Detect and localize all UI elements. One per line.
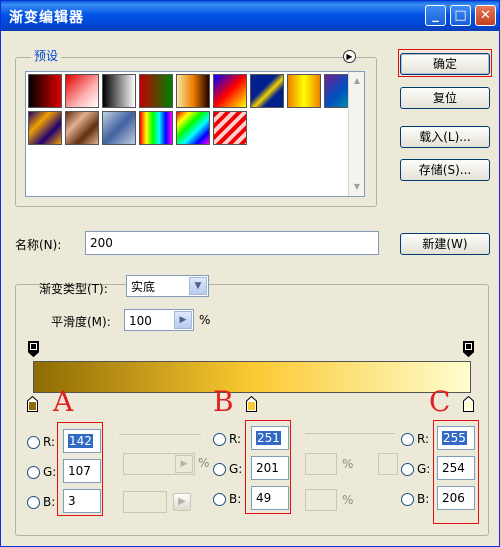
arrow-right-circle-icon[interactable]: ▶ — [343, 50, 356, 63]
gradient-editor-window: 渐变编辑器 _ □ ✕ 预设 ▶ ▲ ▼ 确定 复位 载入(L)... 存储(S… — [0, 0, 500, 547]
ok-button[interactable]: 确定 — [400, 53, 490, 75]
label-g-b: G: — [229, 462, 243, 476]
preset-swatch[interactable] — [287, 74, 321, 108]
smoothness-percent: % — [199, 313, 211, 327]
blue-input-a[interactable]: 3 — [63, 489, 101, 513]
blue-input-b[interactable]: 49 — [251, 486, 289, 510]
label-g-c: G: — [417, 462, 431, 476]
percent-b2: % — [342, 493, 354, 507]
preset-swatch[interactable] — [176, 111, 210, 145]
chevron-down-icon[interactable]: ▼ — [189, 277, 207, 295]
green-value-c: 254 — [442, 461, 465, 475]
label-b-b: B: — [229, 492, 242, 506]
red-value-a: 142 — [68, 434, 93, 448]
preset-swatch[interactable] — [139, 74, 173, 108]
green-input-c[interactable]: 254 — [437, 456, 475, 480]
radio-g-a[interactable] — [27, 466, 40, 479]
label-r-c: R: — [417, 432, 430, 446]
preset-swatch[interactable] — [28, 74, 62, 108]
opacity-stop-right-icon[interactable] — [463, 341, 474, 357]
label-g-a: G: — [43, 465, 57, 479]
green-value-a: 107 — [68, 464, 91, 478]
label-r-a: R: — [43, 435, 56, 449]
presets-list: ▲ ▼ — [25, 71, 365, 197]
scroll-down-icon[interactable]: ▼ — [350, 180, 364, 194]
smoothness-label: 平滑度(M): — [51, 315, 111, 329]
reset-button[interactable]: 复位 — [400, 87, 490, 109]
gradient-type-label: 渐变类型(T): — [39, 282, 108, 296]
color-stop-c-icon[interactable] — [463, 396, 474, 412]
stop-letter-c: C — [429, 385, 451, 418]
radio-b-a[interactable] — [27, 496, 40, 509]
opacity-stop-left-icon[interactable] — [28, 341, 39, 357]
red-value-b: 251 — [256, 431, 281, 445]
disabled-field-b1 — [305, 453, 337, 475]
preset-swatch[interactable] — [213, 74, 247, 108]
location-percent-a: % — [198, 456, 210, 470]
preset-swatch[interactable] — [102, 111, 136, 145]
divider-a — [119, 434, 201, 435]
red-input-b[interactable]: 251 — [251, 426, 289, 450]
blue-input-c[interactable]: 206 — [437, 486, 475, 510]
presets-scrollbar[interactable]: ▲ ▼ — [348, 72, 364, 196]
color-stop-b-icon[interactable] — [246, 396, 257, 412]
divider-b — [305, 433, 395, 434]
gradient-preview-bar[interactable] — [33, 361, 471, 393]
radio-b-b[interactable] — [213, 493, 226, 506]
disabled-field-b3 — [378, 453, 398, 475]
preset-swatch[interactable] — [28, 111, 62, 145]
radio-g-b[interactable] — [213, 463, 226, 476]
label-b-a: B: — [43, 495, 56, 509]
label-r-b: R: — [229, 432, 242, 446]
radio-g-c[interactable] — [401, 463, 414, 476]
red-input-a[interactable]: 142 — [63, 429, 101, 453]
radio-r-b[interactable] — [213, 433, 226, 446]
disabled-field-b2 — [305, 489, 337, 511]
green-input-a[interactable]: 107 — [63, 459, 101, 483]
stop-letter-a: A — [53, 385, 74, 418]
red-value-c: 255 — [442, 431, 467, 445]
preset-swatch[interactable] — [213, 111, 247, 145]
red-input-c[interactable]: 255 — [437, 426, 475, 450]
chevron-right-icon: ▶ — [173, 493, 191, 511]
blue-value-b: 49 — [256, 491, 272, 505]
location-input-disabled: ▶ — [123, 453, 195, 475]
stop-letter-b: B — [213, 385, 234, 418]
preset-swatch[interactable] — [102, 74, 136, 108]
window-title: 渐变编辑器 — [9, 10, 84, 26]
load-button[interactable]: 载入(L)... — [400, 126, 490, 148]
preset-swatch[interactable] — [250, 74, 284, 108]
radio-r-c[interactable] — [401, 433, 414, 446]
preset-swatch[interactable] — [65, 111, 99, 145]
name-input[interactable]: 200 — [85, 231, 379, 255]
presets-label: 预设 — [31, 47, 62, 64]
green-input-b[interactable]: 201 — [251, 456, 289, 480]
scroll-up-icon[interactable]: ▲ — [350, 74, 364, 88]
preset-swatch[interactable] — [139, 111, 173, 145]
title-bar[interactable]: 渐变编辑器 _ □ ✕ — [1, 1, 499, 31]
radio-r-a[interactable] — [27, 436, 40, 449]
preset-swatch[interactable] — [176, 74, 210, 108]
smoothness-input[interactable]: 100 ▶ — [124, 309, 194, 331]
gradient-type-select[interactable]: 实底 ▼ — [126, 275, 209, 297]
percent-b1: % — [342, 457, 354, 471]
color-swatch-disabled — [123, 491, 167, 513]
maximize-icon[interactable]: □ — [450, 5, 471, 26]
radio-b-c[interactable] — [401, 493, 414, 506]
color-stop-a-icon[interactable] — [27, 396, 38, 412]
label-b-c: B: — [417, 492, 430, 506]
save-button[interactable]: 存储(S)... — [400, 159, 490, 181]
green-value-b: 201 — [256, 461, 279, 475]
close-icon[interactable]: ✕ — [475, 5, 496, 26]
chevron-right-icon[interactable]: ▶ — [174, 311, 192, 329]
chevron-right-icon: ▶ — [175, 455, 193, 473]
preset-swatch[interactable] — [65, 74, 99, 108]
blue-value-c: 206 — [442, 491, 465, 505]
name-label: 名称(N): — [15, 238, 62, 252]
new-button[interactable]: 新建(W) — [400, 233, 490, 255]
blue-value-a: 3 — [68, 494, 76, 508]
gradient-type-value: 实底 — [131, 280, 156, 294]
minimize-icon[interactable]: _ — [425, 5, 446, 26]
smoothness-value: 100 — [129, 314, 152, 328]
